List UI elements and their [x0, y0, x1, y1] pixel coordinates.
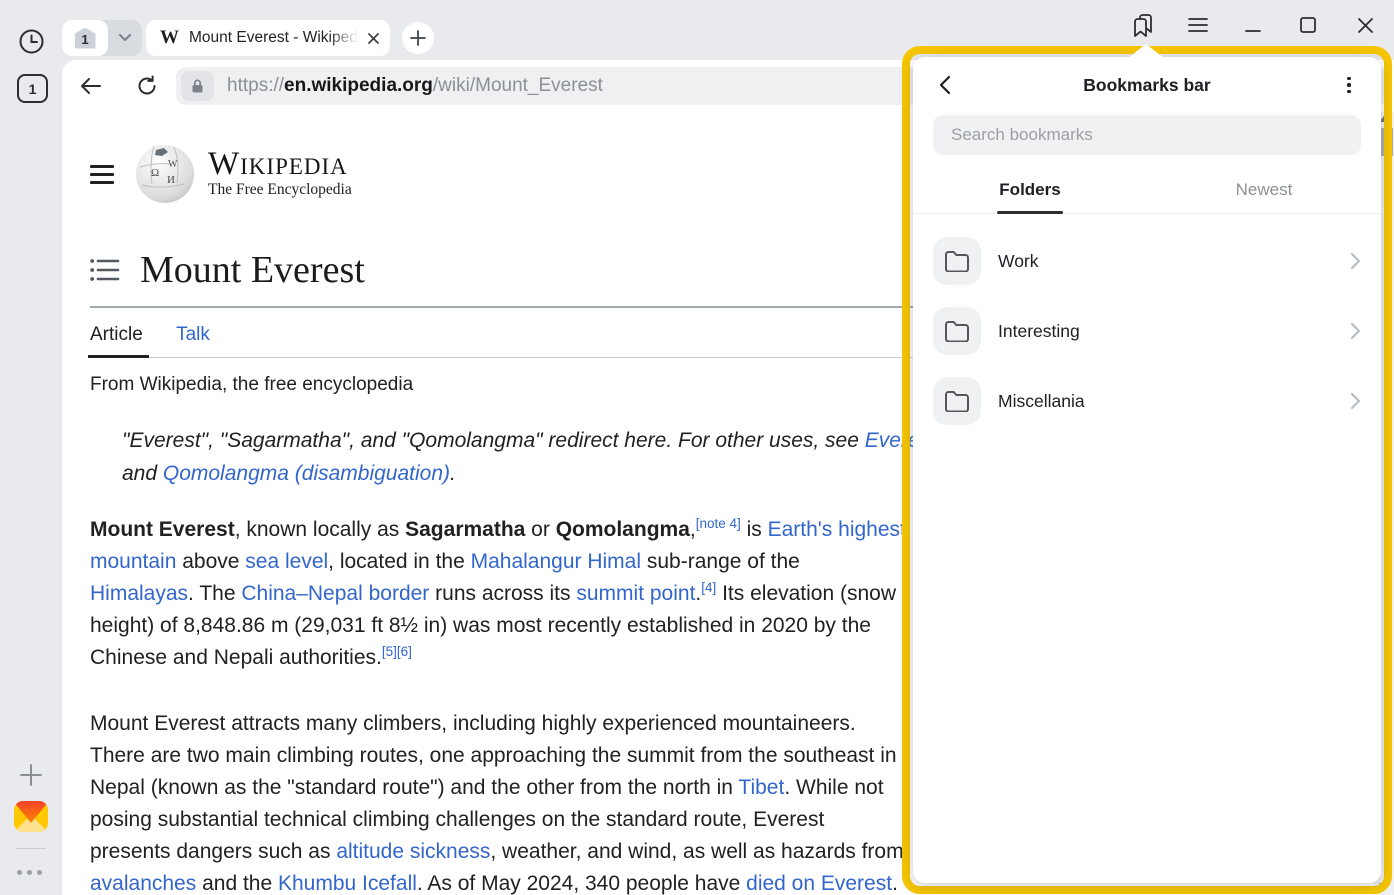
- text-segment: Mount Everest: [90, 518, 235, 541]
- toc-list-icon[interactable]: [90, 257, 120, 283]
- window-close-button[interactable]: [1348, 10, 1382, 40]
- url-text: https://en.wikipedia.org/wiki/Mount_Ever…: [227, 75, 603, 97]
- wiki-link[interactable]: summit point: [576, 582, 695, 605]
- panel-tab-folders[interactable]: Folders: [913, 167, 1147, 213]
- text-segment: . The: [188, 582, 241, 605]
- left-sidebar: 1: [0, 60, 62, 895]
- chevron-right-icon: [1350, 322, 1361, 340]
- tab-article[interactable]: Article: [90, 324, 143, 346]
- ssl-lock-icon[interactable]: [181, 71, 214, 101]
- sidebar-tab-counter[interactable]: 1: [17, 74, 48, 103]
- sidebar-more-icon[interactable]: [17, 870, 42, 875]
- bookmarks-search-input[interactable]: [949, 124, 1345, 146]
- paragraph-2: Mount Everest attracts many climbers, in…: [90, 708, 908, 895]
- text-segment: and the: [196, 872, 278, 895]
- browser-menu-icon[interactable]: [1181, 10, 1215, 40]
- folder-label: Work: [998, 251, 1039, 272]
- panel-back-icon[interactable]: [931, 71, 959, 99]
- wiki-link[interactable]: [note 4]: [696, 516, 741, 531]
- panel-kebab-icon[interactable]: [1335, 71, 1363, 99]
- wiki-link[interactable]: [5]: [382, 644, 397, 659]
- wikipedia-tagline: The Free Encyclopedia: [208, 181, 352, 199]
- wikipedia-wordmark: Wikipedia: [208, 149, 352, 179]
- paragraph-1: Mount Everest, known locally as Sagarmat…: [90, 514, 908, 674]
- url-host: en.wikipedia.org: [284, 75, 433, 96]
- text-segment: Qomolangma: [556, 518, 690, 541]
- panel-title: Bookmarks bar: [959, 75, 1335, 96]
- wiki-link[interactable]: Tibet: [738, 776, 784, 799]
- history-clock-icon[interactable]: [16, 26, 46, 56]
- text-segment: , known locally as: [235, 518, 405, 541]
- chevron-right-icon: [1350, 392, 1361, 410]
- folder-row-work[interactable]: Work: [913, 226, 1381, 296]
- window-maximize-button[interactable]: [1291, 10, 1325, 40]
- refresh-button[interactable]: [132, 71, 162, 101]
- yandex-mail-icon[interactable]: [12, 797, 50, 835]
- tab-title: Mount Everest - Wikipedia: [189, 29, 363, 47]
- wikipedia-globe-logo[interactable]: Ω W И: [134, 143, 196, 205]
- wikipedia-wordmark-block[interactable]: Wikipedia The Free Encyclopedia: [208, 149, 352, 199]
- wiki-link[interactable]: Himalayas: [90, 582, 188, 605]
- text-segment: or: [525, 518, 555, 541]
- text-segment: sub-range of the: [641, 550, 800, 573]
- text-segment: Sagarmatha: [405, 518, 525, 541]
- tab-group-count[interactable]: 1: [62, 20, 108, 56]
- tab-close-icon[interactable]: [367, 32, 380, 45]
- wiki-link[interactable]: altitude sickness: [336, 840, 490, 863]
- svg-text:И: И: [167, 174, 175, 186]
- active-tab[interactable]: W Mount Everest - Wikipedia: [146, 20, 390, 56]
- new-tab-button[interactable]: [402, 22, 434, 54]
- wiki-link[interactable]: avalanches: [90, 872, 196, 895]
- back-button[interactable]: [76, 71, 106, 101]
- panel-tabs: Folders Newest: [913, 167, 1381, 214]
- wiki-menu-icon[interactable]: [90, 160, 114, 189]
- sidebar-divider: [16, 848, 46, 849]
- text-segment: runs across its: [429, 582, 576, 605]
- folder-row-miscellania[interactable]: Miscellania: [913, 366, 1381, 436]
- url-path: /wiki/Mount_Everest: [433, 75, 603, 96]
- folder-icon: [933, 377, 981, 425]
- text-segment: "Everest", "Sagarmatha", and "Qomolangma…: [122, 429, 865, 452]
- folder-label: Interesting: [998, 321, 1080, 342]
- url-scheme: https://: [227, 75, 284, 96]
- text-segment: , weather, and wind, as well as hazards …: [490, 840, 903, 863]
- text-segment: and: [122, 462, 163, 485]
- wiki-link[interactable]: died on Everest: [746, 872, 892, 895]
- wiki-link[interactable]: Mahalangur Himal: [471, 550, 641, 573]
- window-minimize-button[interactable]: [1236, 10, 1270, 40]
- panel-tab-newest[interactable]: Newest: [1147, 167, 1381, 213]
- chevron-right-icon: [1350, 252, 1361, 270]
- svg-text:W: W: [168, 159, 178, 170]
- bookmarks-search[interactable]: [933, 115, 1361, 155]
- folder-icon: [933, 307, 981, 355]
- text-segment: .: [450, 462, 456, 485]
- wikipedia-favicon: W: [160, 27, 179, 49]
- page-title: Mount Everest: [140, 248, 365, 292]
- folder-label: Miscellania: [998, 391, 1085, 412]
- bookmarks-panel-highlight: Bookmarks bar Folders Newest Work: [902, 46, 1392, 894]
- text-segment: . As of May 2024, 340 people have: [417, 872, 746, 895]
- bookmarks-panel-icon[interactable]: [1126, 10, 1160, 40]
- tab-talk[interactable]: Talk: [176, 324, 210, 346]
- panel-caret: [1128, 44, 1164, 58]
- wiki-link[interactable]: sea level: [245, 550, 328, 573]
- folder-icon: [933, 237, 981, 285]
- wiki-link[interactable]: Qomolangma (disambiguation): [163, 462, 450, 485]
- wiki-link[interactable]: [6]: [397, 644, 412, 659]
- svg-text:Ω: Ω: [151, 167, 159, 179]
- wiki-link[interactable]: China–Nepal border: [241, 582, 429, 605]
- text-segment: above: [176, 550, 245, 573]
- tab-count-badge: 1: [75, 28, 96, 49]
- sidebar-add-icon[interactable]: [19, 763, 43, 787]
- wiki-link[interactable]: Khumbu Icefall: [278, 872, 417, 895]
- bookmarks-panel: Bookmarks bar Folders Newest Work: [913, 57, 1381, 883]
- chevron-down-icon[interactable]: [108, 20, 142, 56]
- folder-row-interesting[interactable]: Interesting: [913, 296, 1381, 366]
- text-segment: is: [741, 518, 768, 541]
- folder-list: Work Interesting Miscellania: [913, 214, 1381, 436]
- tab-group-pill[interactable]: 1: [62, 20, 142, 56]
- wiki-link[interactable]: [4]: [701, 580, 716, 595]
- panel-header: Bookmarks bar: [913, 57, 1381, 113]
- text-segment: , located in the: [328, 550, 470, 573]
